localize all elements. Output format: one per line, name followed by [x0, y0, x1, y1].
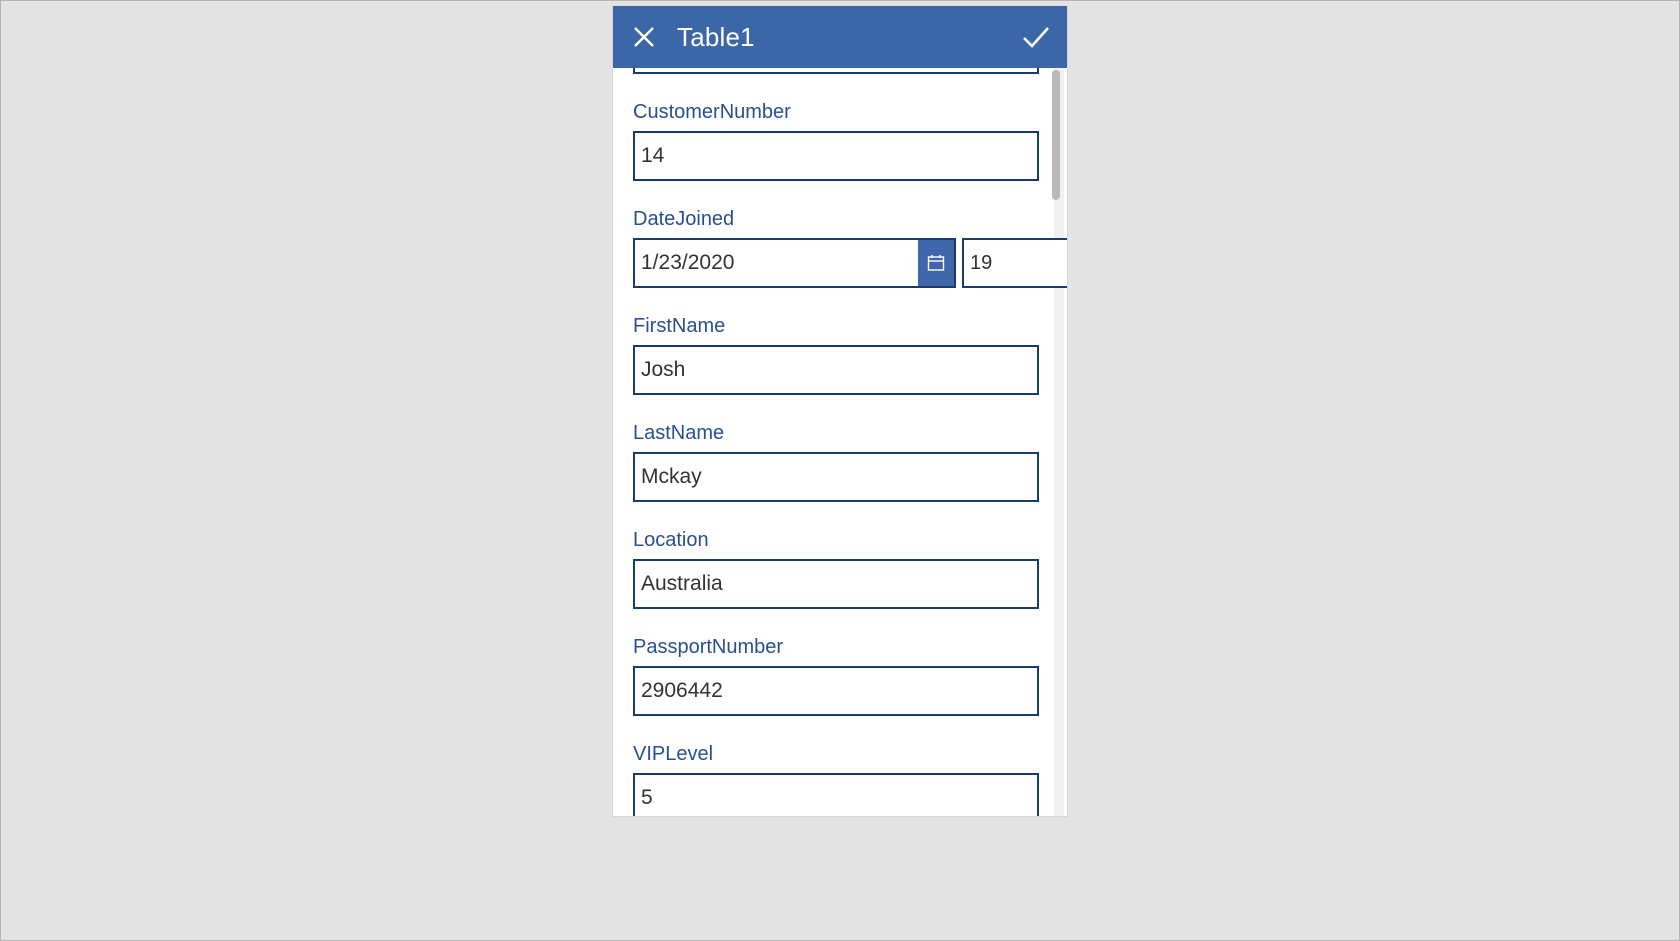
hour-dropdown[interactable]	[962, 238, 1067, 288]
first-name-label: FirstName	[633, 315, 1039, 338]
date-picker[interactable]	[633, 238, 956, 288]
last-name-input[interactable]	[633, 452, 1039, 502]
check-icon	[1021, 25, 1051, 49]
location-input[interactable]	[633, 559, 1039, 609]
date-joined-label: DateJoined	[633, 208, 1039, 231]
first-name-input[interactable]	[633, 345, 1039, 395]
vip-level-input[interactable]	[633, 773, 1039, 816]
date-calendar-button[interactable]	[918, 240, 954, 286]
top-partial-input[interactable]	[633, 68, 1039, 74]
vip-level-label: VIPLevel	[633, 743, 1039, 766]
scrollbar-track[interactable]	[1054, 68, 1064, 816]
hour-input[interactable]	[964, 240, 1067, 286]
form-panel: Table1 CustomerNumber DateJoined	[613, 6, 1067, 816]
close-button[interactable]	[629, 22, 659, 52]
form-scroll-area[interactable]: CustomerNumber DateJoined	[613, 68, 1067, 816]
app-stage: Table1 CustomerNumber DateJoined	[0, 0, 1680, 941]
customer-number-label: CustomerNumber	[633, 101, 1039, 124]
scrollbar-thumb[interactable]	[1052, 70, 1060, 200]
location-label: Location	[633, 529, 1039, 552]
page-title: Table1	[677, 22, 755, 53]
submit-button[interactable]	[1021, 22, 1051, 52]
date-joined-row: :	[633, 238, 1039, 288]
form-body: CustomerNumber DateJoined	[633, 68, 1039, 816]
close-icon	[633, 26, 655, 48]
last-name-label: LastName	[633, 422, 1039, 445]
passport-number-input[interactable]	[633, 666, 1039, 716]
passport-number-label: PassportNumber	[633, 636, 1039, 659]
title-bar: Table1	[613, 6, 1067, 68]
calendar-icon	[927, 254, 945, 272]
date-input[interactable]	[635, 240, 918, 286]
title-bar-left: Table1	[629, 22, 755, 53]
customer-number-input[interactable]	[633, 131, 1039, 181]
